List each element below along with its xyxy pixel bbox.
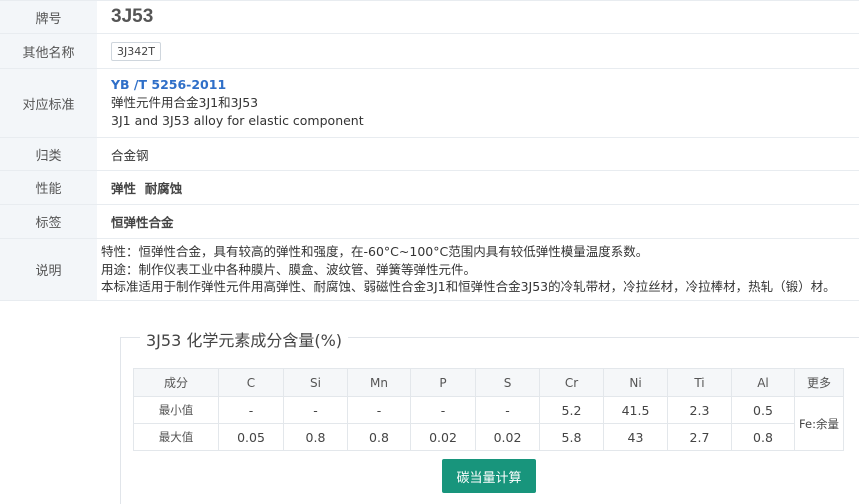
other-names-label: 其他名称 [0,34,97,68]
header-cell: Mn [347,368,411,397]
header-cell: Si [283,368,348,397]
properties-value: 弹性 耐腐蚀 [111,181,183,196]
standard-label: 对应标准 [0,69,97,137]
value-cell: - [347,396,411,424]
value-cell: 0.8 [283,423,348,451]
other-names-row: 其他名称 3J342T [0,34,859,69]
value-cell: 0.8 [731,423,795,451]
tags-value: 恒弹性合金 [111,215,174,230]
category-row: 归类 合金钢 [0,138,859,171]
value-cell: 0.5 [731,396,795,424]
value-cell: - [410,396,476,424]
grade-value: 3J53 [111,6,154,27]
carbon-equivalent-button[interactable]: 碳当量计算 [442,459,536,493]
header-cell: S [475,368,540,397]
properties-label: 性能 [0,171,97,204]
header-cell: Ni [603,368,668,397]
standard-code-link[interactable]: YB /T 5256-2011 [111,76,226,94]
header-cell: C [218,368,284,397]
header-cell: 成分 [133,368,219,397]
row-label: 最小值 [133,396,219,424]
value-cell: 2.7 [667,423,732,451]
value-cell: - [218,396,284,424]
category-label: 归类 [0,138,97,170]
header-cell-more: 更多 [794,368,844,397]
header-cell: P [410,368,476,397]
category-value: 合金钢 [111,147,149,163]
grade-label: 牌号 [0,1,97,33]
value-cell: 0.05 [218,423,284,451]
description-row: 说明 特性：恒弹性合金，具有较高的弹性和强度，在-60°C~100°C范围内具有… [0,239,859,301]
chemistry-table: 成分 C Si Mn P S Cr Ni Ti Al 更多 最小值 - - - … [133,368,844,451]
value-cell: 5.8 [539,423,604,451]
standard-title-en: 3J1 and 3J53 alloy for elastic component [111,113,364,128]
section-border-left [120,337,121,504]
grade-row: 牌号 3J53 [0,1,859,34]
description-label: 说明 [0,239,97,300]
alloy-info-table: 牌号 3J53 其他名称 3J342T 对应标准 YB /T 5256-2011… [0,0,859,301]
value-cell: 5.2 [539,396,604,424]
value-cell: - [283,396,348,424]
value-cell: 0.02 [410,423,476,451]
header-cell: Ti [667,368,732,397]
value-cell: - [475,396,540,424]
row-label: 最大值 [133,423,219,451]
standard-row: 对应标准 YB /T 5256-2011 弹性元件用合金3J1和3J53 3J1… [0,69,859,138]
standard-title-cn: 弹性元件用合金3J1和3J53 [111,95,259,110]
description-line: 特性：恒弹性合金，具有较高的弹性和强度，在-60°C~100°C范围内具有较低弹… [101,244,649,260]
value-cell: 2.3 [667,396,732,424]
value-cell: 0.02 [475,423,540,451]
description-line: 用途：制作仪表工业中各种膜片、膜盒、波纹管、弹簧等弹性元件。 [101,261,477,277]
value-cell: 41.5 [603,396,668,424]
chemistry-title: 3J53 化学元素成分含量(%) [140,327,349,351]
description-line: 本标准适用于制作弹性元件用高弹性、耐腐蚀、弱磁性合金3J1和恒弹性合金3J53的… [101,279,836,295]
more-value: Fe:余量 [794,396,844,451]
header-cell: Al [731,368,795,397]
other-name-tag[interactable]: 3J342T [111,41,161,61]
tags-label: 标签 [0,205,97,238]
table-row-max: 最大值 0.05 0.8 0.8 0.02 0.02 5.8 43 2.7 0.… [133,423,844,451]
tags-row: 标签 恒弹性合金 [0,205,859,239]
properties-row: 性能 弹性 耐腐蚀 [0,171,859,205]
table-header-row: 成分 C Si Mn P S Cr Ni Ti Al 更多 [133,368,844,397]
table-row-min: 最小值 - - - - - 5.2 41.5 2.3 0.5 Fe:余量 [133,396,844,451]
header-cell: Cr [539,368,604,397]
value-cell: 0.8 [347,423,411,451]
value-cell: 43 [603,423,668,451]
